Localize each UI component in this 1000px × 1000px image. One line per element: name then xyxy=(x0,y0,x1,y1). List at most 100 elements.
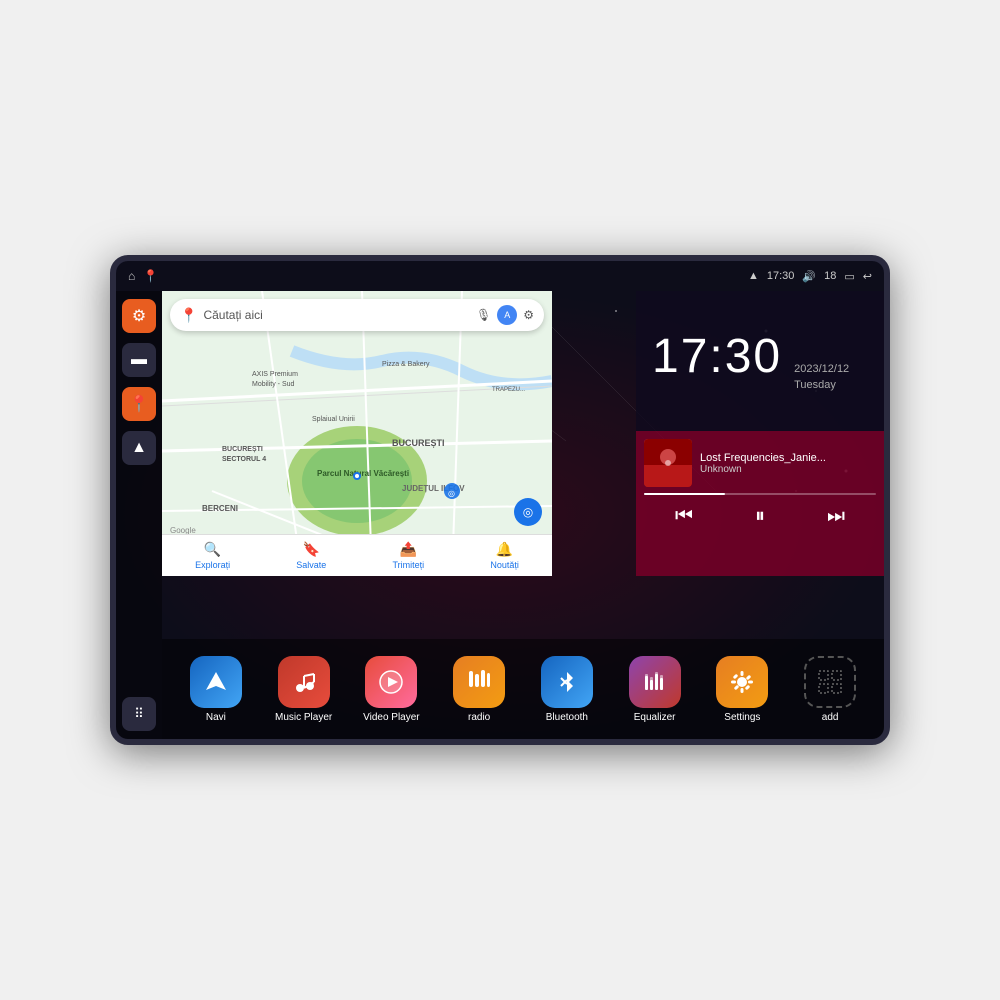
clock-date: 2023/12/12 Tuesday xyxy=(794,362,849,393)
news-icon: 🔔 xyxy=(496,541,513,558)
equalizer-icon xyxy=(629,656,681,708)
map-news-btn[interactable]: 🔔 Noutăți xyxy=(490,541,519,570)
map-explore-btn[interactable]: 🔍 Explorați xyxy=(195,541,230,570)
status-left: ⌂ 📍 xyxy=(128,269,158,283)
volume-icon: 🔊 xyxy=(802,270,816,283)
settings-app-icon xyxy=(716,656,768,708)
wifi-icon: ▲ xyxy=(748,270,759,282)
svg-text:SECTORUL 4: SECTORUL 4 xyxy=(222,456,266,463)
battery-level: 18 xyxy=(824,270,836,282)
share-icon: 📤 xyxy=(400,541,417,558)
user-avatar[interactable]: A xyxy=(497,305,517,325)
map-location-fab[interactable]: ◎ xyxy=(514,498,542,526)
status-time: 17:30 xyxy=(767,270,795,282)
svg-text:Mobility - Sud: Mobility - Sud xyxy=(252,381,295,388)
sidebar-btn-apps[interactable]: ⠿ xyxy=(122,697,156,731)
video-player-icon xyxy=(365,656,417,708)
album-art xyxy=(644,439,692,487)
files-icon: ▬ xyxy=(131,351,147,369)
map-inner: AXIS Premium Mobility - Sud Pizza & Bake… xyxy=(162,291,552,576)
sidebar: ⚙ ▬ 📍 ▲ ⠿ xyxy=(116,291,162,739)
video-player-label: Video Player xyxy=(363,712,420,723)
app-radio[interactable]: radio xyxy=(444,656,514,723)
app-add[interactable]: add xyxy=(795,656,865,723)
battery-icon: ▭ xyxy=(844,270,854,283)
clock-time: 17:30 xyxy=(652,329,782,384)
sidebar-btn-navi[interactable]: ▲ xyxy=(122,431,156,465)
clock-day-text: Tuesday xyxy=(794,378,849,393)
svg-text:Pizza & Bakery: Pizza & Bakery xyxy=(382,361,430,368)
radio-icon xyxy=(453,656,505,708)
saved-label: Salvate xyxy=(296,560,326,570)
bluetooth-icon xyxy=(541,656,593,708)
map-search-text[interactable]: Căutați aici xyxy=(203,308,470,322)
app-settings[interactable]: Settings xyxy=(707,656,777,723)
sidebar-btn-map[interactable]: 📍 xyxy=(122,387,156,421)
music-player-label: Music Player xyxy=(275,712,332,723)
map-bottom-bar: 🔍 Explorați 🔖 Salvate 📤 Trimiteți 🔔 Nout… xyxy=(162,534,552,576)
clock-date-text: 2023/12/12 xyxy=(794,362,849,377)
svg-text:Splaiual Unirii: Splaiual Unirii xyxy=(312,416,355,423)
music-panel: Lost Frequencies_Janie... Unknown ⏮ ⏸ ⏭ xyxy=(636,431,884,576)
navi-label: Navi xyxy=(206,712,226,723)
sidebar-btn-files[interactable]: ▬ xyxy=(122,343,156,377)
music-player-icon xyxy=(278,656,330,708)
explore-label: Explorați xyxy=(195,560,230,570)
add-icon xyxy=(804,656,856,708)
music-title: Lost Frequencies_Janie... xyxy=(700,452,876,464)
settings-icon: ⚙ xyxy=(132,306,146,326)
svg-text:TRAPEZU...: TRAPEZU... xyxy=(492,387,525,393)
app-video-player[interactable]: Video Player xyxy=(356,656,426,723)
music-artist: Unknown xyxy=(700,464,876,475)
clock-panel: 17:30 2023/12/12 Tuesday xyxy=(636,291,884,431)
svg-text:AXIS Premium: AXIS Premium xyxy=(252,371,298,378)
status-bar: ⌂ 📍 ▲ 17:30 🔊 18 ▭ ↩ xyxy=(116,261,884,291)
music-top: Lost Frequencies_Janie... Unknown xyxy=(644,439,876,487)
map-share-btn[interactable]: 📤 Trimiteți xyxy=(393,541,425,570)
map-settings-icon[interactable]: ⚙ xyxy=(523,308,534,322)
add-label: add xyxy=(822,712,839,723)
sidebar-btn-settings[interactable]: ⚙ xyxy=(122,299,156,333)
svg-text:BERCENI: BERCENI xyxy=(202,504,238,513)
map-area[interactable]: AXIS Premium Mobility - Sud Pizza & Bake… xyxy=(162,291,552,576)
navigation-icon: ▲ xyxy=(131,439,147,457)
svg-text:◎: ◎ xyxy=(448,489,455,498)
navi-icon xyxy=(190,656,242,708)
app-bluetooth[interactable]: Bluetooth xyxy=(532,656,602,723)
main-content: ⚙ ▬ 📍 ▲ ⠿ xyxy=(116,291,884,739)
apps-icon: ⠿ xyxy=(134,706,144,722)
status-right: ▲ 17:30 🔊 18 ▭ ↩ xyxy=(748,270,872,283)
svg-text:BUCUREȘTI: BUCUREȘTI xyxy=(392,438,445,448)
music-controls: ⏮ ⏸ ⏭ xyxy=(644,501,876,532)
prev-button[interactable]: ⏮ xyxy=(667,501,701,532)
news-label: Noutăți xyxy=(490,560,519,570)
app-grid: Navi Music Player xyxy=(162,639,884,739)
bluetooth-label: Bluetooth xyxy=(546,712,588,723)
next-button[interactable]: ⏭ xyxy=(819,501,853,532)
svg-text:Parcul Natural Văcărești: Parcul Natural Văcărești xyxy=(317,469,409,478)
share-label: Trimiteți xyxy=(393,560,425,570)
home-icon[interactable]: ⌂ xyxy=(128,269,135,283)
app-music-player[interactable]: Music Player xyxy=(269,656,339,723)
map-icon[interactable]: 📍 xyxy=(143,269,158,283)
maps-pin-icon: 📍 xyxy=(180,307,197,324)
mic-icon[interactable]: 🎙 xyxy=(476,308,491,322)
back-icon[interactable]: ↩ xyxy=(863,270,872,283)
explore-icon: 🔍 xyxy=(204,541,221,558)
music-progress-bar[interactable] xyxy=(644,493,876,495)
map-search-bar[interactable]: 📍 Căutați aici 🎙 A ⚙ xyxy=(170,299,544,331)
music-info: Lost Frequencies_Janie... Unknown xyxy=(700,452,876,475)
map-pin-icon: 📍 xyxy=(129,394,149,414)
radio-label: radio xyxy=(468,712,490,723)
device-frame: ⌂ 📍 ▲ 17:30 🔊 18 ▭ ↩ xyxy=(110,255,890,745)
saved-icon: 🔖 xyxy=(303,541,320,558)
app-navi[interactable]: Navi xyxy=(181,656,251,723)
clock-row: 17:30 2023/12/12 Tuesday xyxy=(652,329,849,393)
equalizer-label: Equalizer xyxy=(634,712,676,723)
settings-label: Settings xyxy=(724,712,760,723)
app-equalizer[interactable]: Equalizer xyxy=(620,656,690,723)
svg-text:BUCUREȘTI: BUCUREȘTI xyxy=(222,446,263,453)
map-saved-btn[interactable]: 🔖 Salvate xyxy=(296,541,326,570)
pause-button[interactable]: ⏸ xyxy=(747,501,773,532)
music-progress-fill xyxy=(644,493,725,495)
